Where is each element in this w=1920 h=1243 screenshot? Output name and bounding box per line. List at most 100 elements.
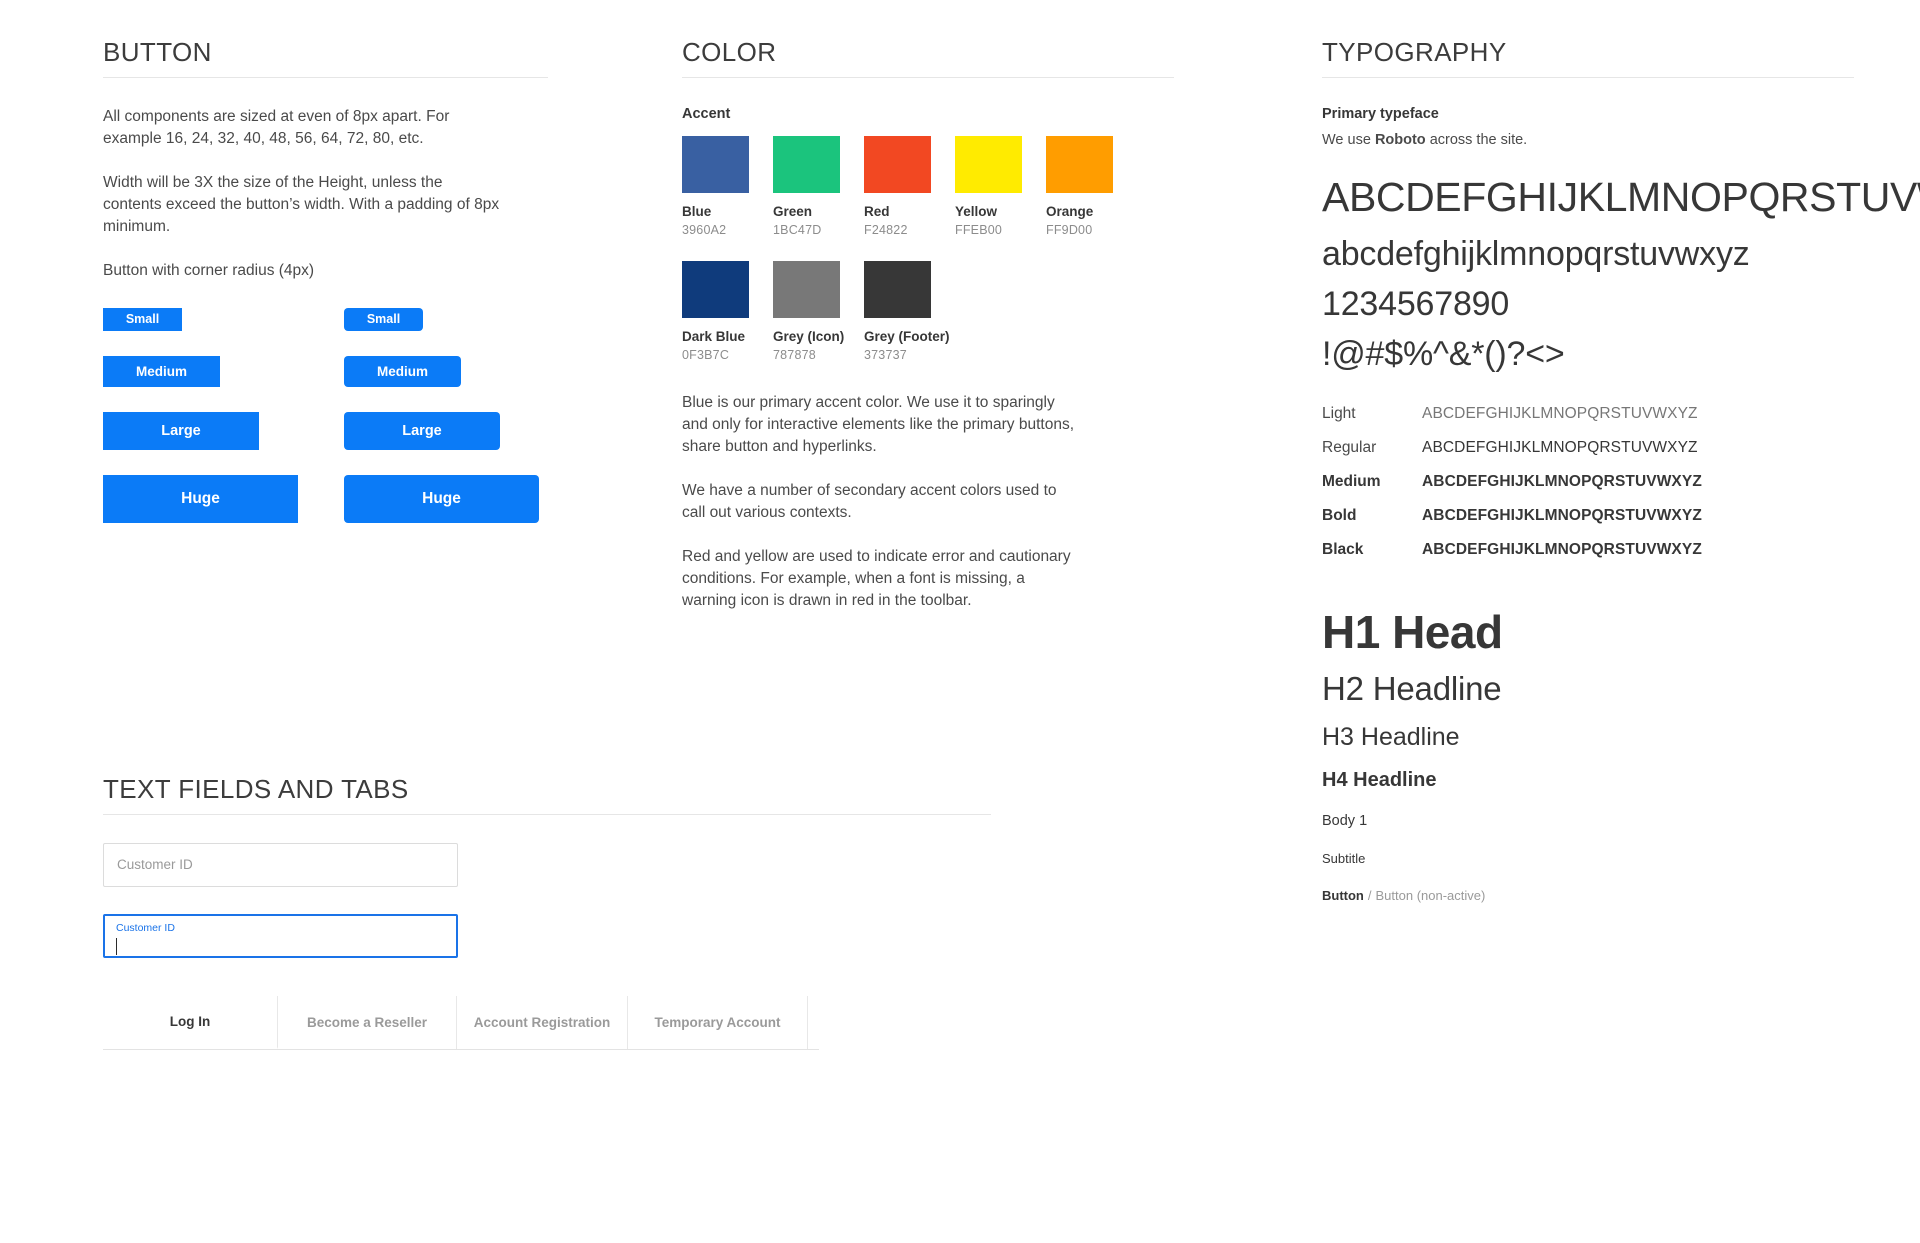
swatch-name-orange: Orange bbox=[1046, 203, 1094, 219]
swatch-green: Green 1BC47D bbox=[773, 135, 840, 237]
button-huge-square[interactable]: Huge bbox=[103, 474, 298, 523]
swatch-hex-dark-blue: 0F3B7C bbox=[682, 348, 730, 363]
typeface-name: Roboto bbox=[1374, 131, 1426, 148]
primary-typeface-note: We use Roboto across the site. bbox=[1322, 132, 1862, 148]
typeface-note-prefix: We use bbox=[1322, 131, 1375, 148]
button-medium-square[interactable]: Medium bbox=[103, 355, 220, 387]
button-samples-grid: Small Medium Large Huge Small Medium Lar… bbox=[103, 307, 563, 523]
swatch-yellow: Yellow FFEB00 bbox=[955, 135, 1022, 237]
type-scale-h4: H4 Headline bbox=[1322, 769, 1437, 792]
swatch-orange: Orange FF9D00 bbox=[1046, 135, 1113, 238]
button-paragraph-radius: Button with corner radius (4px) bbox=[103, 261, 315, 279]
type-scale-h3: H3 Headline bbox=[1322, 722, 1460, 751]
type-scale-h2: H2 Headline bbox=[1322, 670, 1502, 708]
swatch-name-grey-icon: Grey (Icon) bbox=[773, 329, 845, 345]
color-paragraph-primary-accent: Blue is our primary accent color. We use… bbox=[682, 394, 1074, 456]
button-medium-rounded[interactable]: Medium bbox=[344, 355, 461, 387]
weight-row-black: Black ABCDEFGHIJKLMNOPQRSTUVWXYZ bbox=[1322, 541, 1862, 559]
accent-swatch-row-neutral: Dark Blue 0F3B7C Grey (Icon) 787878 Grey… bbox=[682, 261, 1182, 362]
swatch-name-yellow: Yellow bbox=[955, 203, 998, 219]
tab-bar: Log In Become a Reseller Account Registr… bbox=[103, 995, 819, 1050]
swatch-chip-grey-footer bbox=[864, 261, 931, 319]
color-section-title: COLOR bbox=[682, 37, 777, 67]
tab-temporary-account[interactable]: Temporary Account bbox=[628, 995, 808, 1049]
button-section-title: BUTTON bbox=[103, 37, 212, 67]
swatch-name-blue: Blue bbox=[682, 203, 712, 219]
glyph-digits-specimen: 1234567890 bbox=[1322, 284, 1510, 323]
tab-become-a-reseller[interactable]: Become a Reseller bbox=[278, 995, 457, 1049]
type-scale-button-row: Button / Button (non-active) bbox=[1322, 888, 1862, 903]
primary-typeface-label: Primary typeface bbox=[1322, 105, 1439, 122]
accent-swatch-row-primary: Blue 3960A2 Green 1BC47D Red F24822 Yell… bbox=[682, 135, 1182, 238]
weight-sample-black: ABCDEFGHIJKLMNOPQRSTUVWXYZ bbox=[1422, 540, 1702, 558]
weight-row-bold: Bold ABCDEFGHIJKLMNOPQRSTUVWXYZ bbox=[1322, 507, 1862, 525]
weight-row-medium: Medium ABCDEFGHIJKLMNOPQRSTUVWXYZ bbox=[1322, 473, 1862, 491]
typography-section-title: TYPOGRAPHY bbox=[1322, 37, 1507, 67]
typography-section-divider bbox=[1322, 76, 1854, 78]
weight-sample-light: ABCDEFGHIJKLMNOPQRSTUVWXYZ bbox=[1422, 404, 1698, 422]
weight-label-light: Light bbox=[1322, 404, 1356, 422]
customer-id-float-label: Customer ID bbox=[116, 921, 175, 934]
button-large-square[interactable]: Large bbox=[103, 411, 259, 450]
accent-group-label: Accent bbox=[682, 105, 731, 122]
text-fields-and-tabs-section: TEXT FIELDS AND TABS Customer ID Custome… bbox=[103, 774, 1003, 1050]
button-large-rounded[interactable]: Large bbox=[344, 411, 500, 450]
type-scale-button-inactive: Button (non-active) bbox=[1375, 888, 1486, 904]
swatch-hex-grey-icon: 787878 bbox=[773, 348, 816, 363]
swatch-chip-yellow bbox=[955, 135, 1022, 193]
button-column-rounded: Small Medium Large Huge bbox=[344, 307, 539, 523]
swatch-chip-green bbox=[773, 135, 840, 193]
text-caret bbox=[116, 937, 117, 955]
style-guide-page: BUTTON All components are sized at even … bbox=[0, 0, 1920, 1243]
button-huge-rounded[interactable]: Huge bbox=[344, 474, 539, 523]
color-paragraph-error-states: Red and yellow are used to indicate erro… bbox=[682, 548, 1071, 610]
glyph-symbols-specimen: !@#$%^&*()?<> bbox=[1322, 334, 1565, 373]
fields-section-divider bbox=[103, 813, 991, 815]
swatch-name-green: Green bbox=[773, 203, 813, 219]
color-section-divider bbox=[682, 76, 1174, 78]
weight-label-medium: Medium bbox=[1322, 472, 1381, 490]
weight-label-black: Black bbox=[1322, 540, 1364, 558]
tab-account-registration[interactable]: Account Registration bbox=[457, 995, 628, 1049]
color-section: COLOR Accent Blue 3960A2 Green 1BC47D Re… bbox=[682, 37, 1182, 612]
type-scale-list: H1 Head H2 Headline H3 Headline H4 Headl… bbox=[1322, 607, 1862, 903]
weight-label-bold: Bold bbox=[1322, 506, 1357, 524]
button-paragraph-width: Width will be 3X the size of the Height,… bbox=[103, 173, 500, 235]
swatch-hex-blue: 3960A2 bbox=[682, 223, 727, 238]
swatch-grey-footer: Grey (Footer) 373737 bbox=[864, 261, 950, 363]
type-scale-button-separator: / bbox=[1367, 888, 1372, 904]
swatch-hex-red: F24822 bbox=[864, 223, 908, 238]
weight-sample-regular: ABCDEFGHIJKLMNOPQRSTUVWXYZ bbox=[1422, 438, 1698, 456]
customer-id-input-focused[interactable]: Customer ID bbox=[103, 913, 458, 958]
fields-section-title: TEXT FIELDS AND TABS bbox=[103, 774, 409, 804]
swatch-hex-orange: FF9D00 bbox=[1046, 223, 1093, 238]
button-small-square[interactable]: Small bbox=[103, 307, 182, 331]
type-scale-button-active: Button bbox=[1322, 888, 1364, 904]
glyph-lowercase-block: abcdefghijklmnopqrstuvwxyz 1234567890 !@… bbox=[1322, 229, 1862, 379]
tab-log-in[interactable]: Log In bbox=[103, 995, 278, 1049]
swatch-grey-icon: Grey (Icon) 787878 bbox=[773, 261, 845, 363]
swatch-chip-dark-blue bbox=[682, 261, 749, 319]
weight-label-regular: Regular bbox=[1322, 438, 1377, 456]
swatch-dark-blue: Dark Blue 0F3B7C bbox=[682, 261, 749, 362]
button-paragraph-sizing: All components are sized at even of 8px … bbox=[103, 107, 450, 147]
button-section: BUTTON All components are sized at even … bbox=[103, 37, 563, 523]
glyph-lowercase-specimen: abcdefghijklmnopqrstuvwxyz bbox=[1322, 234, 1750, 273]
weight-row-regular: Regular ABCDEFGHIJKLMNOPQRSTUVWXYZ bbox=[1322, 439, 1862, 457]
typography-section: TYPOGRAPHY Primary typeface We use Robot… bbox=[1322, 37, 1920, 903]
button-section-divider bbox=[103, 76, 548, 78]
weight-sample-medium: ABCDEFGHIJKLMNOPQRSTUVWXYZ bbox=[1422, 472, 1702, 490]
type-scale-h1: H1 Head bbox=[1322, 605, 1503, 658]
swatch-chip-blue bbox=[682, 135, 749, 193]
button-small-rounded[interactable]: Small bbox=[344, 307, 423, 331]
swatch-name-grey-footer: Grey (Footer) bbox=[864, 329, 950, 345]
customer-id-input[interactable]: Customer ID bbox=[103, 842, 458, 887]
font-weights-list: Light ABCDEFGHIJKLMNOPQRSTUVWXYZ Regular… bbox=[1322, 405, 1862, 559]
swatch-red: Red F24822 bbox=[864, 135, 931, 238]
button-column-square: Small Medium Large Huge bbox=[103, 307, 298, 523]
swatch-blue: Blue 3960A2 bbox=[682, 135, 749, 238]
weight-row-light: Light ABCDEFGHIJKLMNOPQRSTUVWXYZ bbox=[1322, 405, 1862, 423]
swatch-name-red: Red bbox=[864, 203, 890, 219]
swatch-hex-grey-footer: 373737 bbox=[864, 348, 907, 363]
type-scale-subtitle: Subtitle bbox=[1322, 851, 1366, 867]
